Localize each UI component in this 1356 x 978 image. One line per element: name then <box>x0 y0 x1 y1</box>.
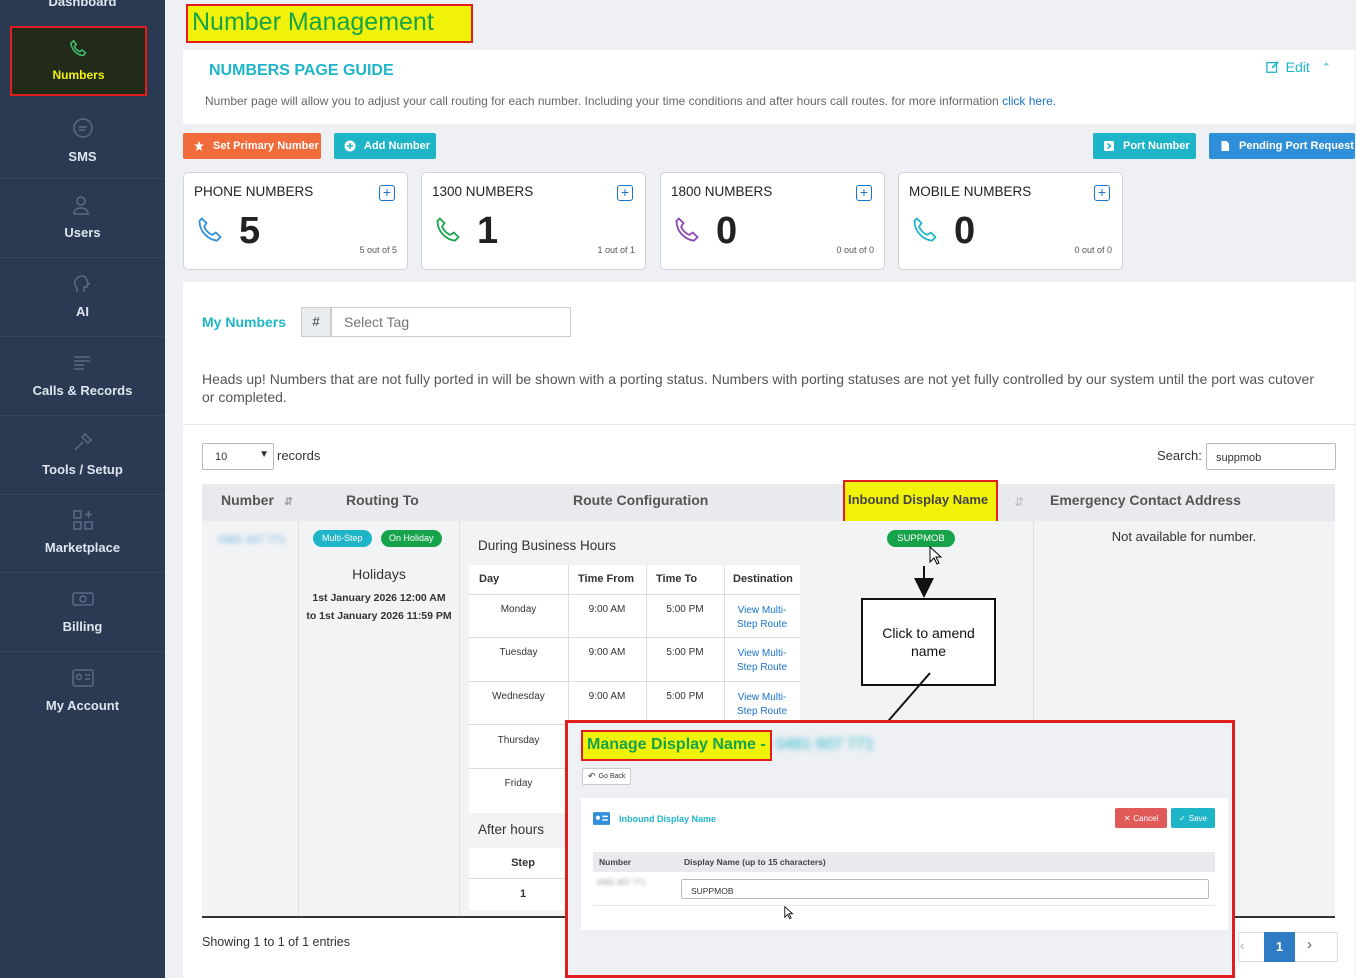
cancel-button[interactable]: ✕ Cancel <box>1115 808 1167 828</box>
undo-icon: ↶ <box>588 771 596 781</box>
button-label: Go Back <box>598 773 626 780</box>
go-back-button[interactable]: ↶ Go Back <box>582 768 632 785</box>
cursor-icon <box>784 906 794 920</box>
manage-display-name-inset: Manage Display Name - 0481 607 771 ↶ Go B… <box>565 720 1235 978</box>
form-row-number: 0481 607 771 <box>597 878 646 887</box>
button-label: Cancel <box>1133 813 1159 823</box>
save-button[interactable]: ✓ Save <box>1171 808 1215 828</box>
form-col-display-name: Display Name (up to 15 characters) <box>684 857 826 867</box>
close-icon: ✕ <box>1123 813 1131 823</box>
check-icon: ✓ <box>1179 813 1186 823</box>
button-label: Save <box>1188 813 1207 823</box>
form-section-title: Inbound Display Name <box>619 814 717 824</box>
modal-number: 0481 607 771 <box>776 736 874 753</box>
display-name-input[interactable]: SUPPMOB <box>681 879 1209 899</box>
display-name-form: Inbound Display Name ✕ Cancel ✓ Save Numbe… <box>581 798 1228 930</box>
modal-title: Manage Display Name - <box>581 730 772 761</box>
form-col-number: Number <box>599 857 632 867</box>
id-card-icon <box>593 812 610 825</box>
